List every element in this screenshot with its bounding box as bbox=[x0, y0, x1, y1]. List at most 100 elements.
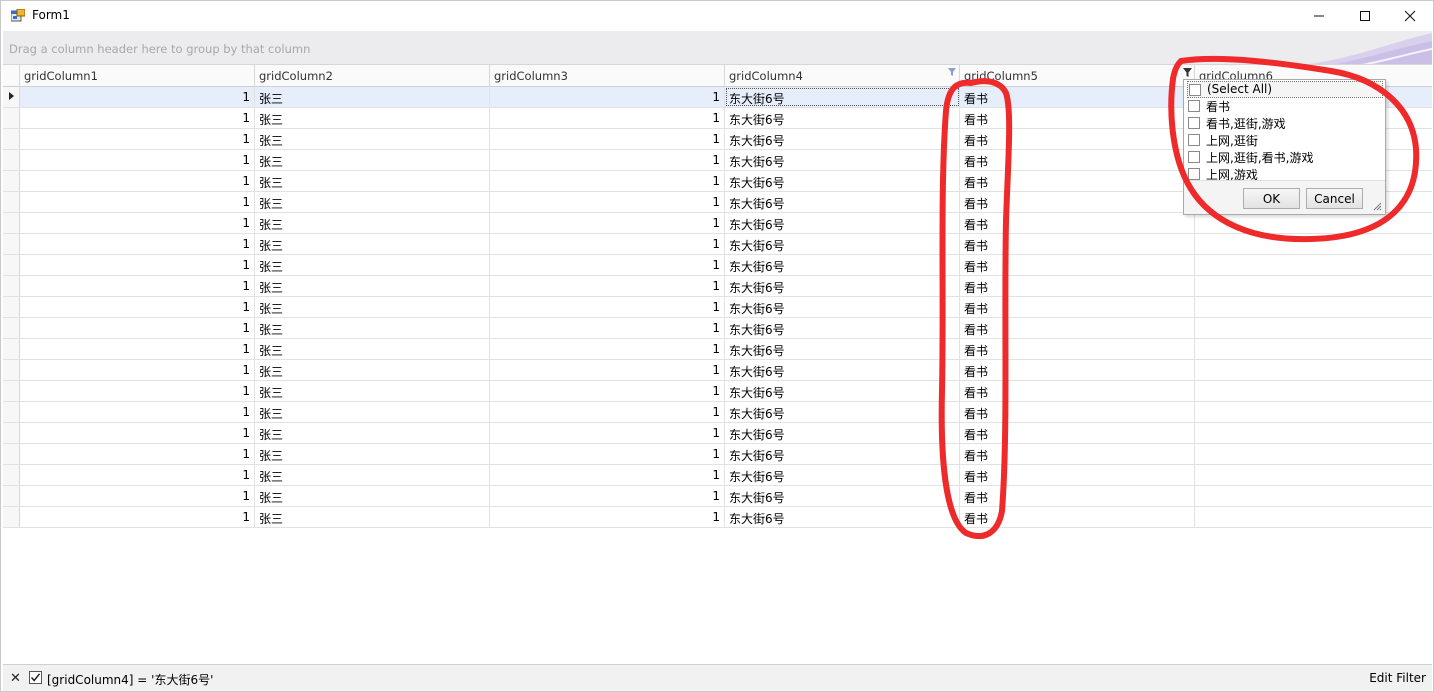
grid-cell-col3[interactable]: 1 bbox=[490, 507, 725, 527]
grid-cell-col2[interactable]: 张三 bbox=[255, 465, 490, 485]
row-indicator[interactable] bbox=[3, 402, 20, 422]
grid-cell-col2[interactable]: 张三 bbox=[255, 255, 490, 275]
row-indicator[interactable] bbox=[3, 486, 20, 506]
grid-cell-col1[interactable]: 1 bbox=[20, 507, 255, 527]
grid-cell-col6[interactable] bbox=[1195, 360, 1432, 380]
row-indicator[interactable] bbox=[3, 129, 20, 149]
grid-cell-col6[interactable] bbox=[1195, 465, 1432, 485]
grid-cell-col3[interactable]: 1 bbox=[490, 192, 725, 212]
grid-cell-col1[interactable]: 1 bbox=[20, 192, 255, 212]
grid-cell-col1[interactable]: 1 bbox=[20, 297, 255, 317]
grid-cell-col2[interactable]: 张三 bbox=[255, 339, 490, 359]
grid-cell-col4[interactable]: 东大街6号 bbox=[725, 339, 960, 359]
grid-cell-col3[interactable]: 1 bbox=[490, 150, 725, 170]
table-row[interactable]: 1 张三 1 东大街6号 看书 bbox=[3, 465, 1432, 486]
row-indicator[interactable] bbox=[3, 444, 20, 464]
grid-cell-col4[interactable]: 东大街6号 bbox=[725, 360, 960, 380]
minimize-button[interactable] bbox=[1296, 1, 1342, 31]
grid-cell-col1[interactable]: 1 bbox=[20, 360, 255, 380]
grid-cell-col6[interactable] bbox=[1195, 486, 1432, 506]
grid-cell-col3[interactable]: 1 bbox=[490, 318, 725, 338]
grid-cell-col1[interactable]: 1 bbox=[20, 234, 255, 254]
grid-cell-col3[interactable]: 1 bbox=[490, 276, 725, 296]
grid-cell-col6[interactable] bbox=[1195, 507, 1432, 527]
row-indicator[interactable] bbox=[3, 423, 20, 443]
grid-cell-col3[interactable]: 1 bbox=[490, 381, 725, 401]
grid-cell-col4[interactable]: 东大街6号 bbox=[725, 171, 960, 191]
grid-cell-col4[interactable]: 东大街6号 bbox=[725, 297, 960, 317]
grid-cell-col3[interactable]: 1 bbox=[490, 171, 725, 191]
grid-cell-col1[interactable]: 1 bbox=[20, 339, 255, 359]
grid-cell-col4[interactable]: 东大街6号 bbox=[725, 87, 960, 107]
table-row[interactable]: 1 张三 1 东大街6号 看书 bbox=[3, 276, 1432, 297]
grid-cell-col1[interactable]: 1 bbox=[20, 108, 255, 128]
grid-cell-col2[interactable]: 张三 bbox=[255, 87, 490, 107]
grid-cell-col6[interactable] bbox=[1195, 255, 1432, 275]
grid-cell-col1[interactable]: 1 bbox=[20, 87, 255, 107]
grid-cell-col3[interactable]: 1 bbox=[490, 465, 725, 485]
grid-cell-col4[interactable]: 东大街6号 bbox=[725, 255, 960, 275]
grid-cell-col1[interactable]: 1 bbox=[20, 423, 255, 443]
column-header-4[interactable]: gridColumn4 bbox=[725, 65, 960, 87]
grid-cell-col4[interactable]: 东大街6号 bbox=[725, 192, 960, 212]
grid-cell-col2[interactable]: 张三 bbox=[255, 129, 490, 149]
row-indicator[interactable] bbox=[3, 192, 20, 212]
maximize-button[interactable] bbox=[1342, 1, 1388, 31]
grid-cell-col3[interactable]: 1 bbox=[490, 108, 725, 128]
row-indicator[interactable] bbox=[3, 276, 20, 296]
row-indicator[interactable] bbox=[3, 255, 20, 275]
grid-cell-col2[interactable]: 张三 bbox=[255, 318, 490, 338]
table-row[interactable]: 1 张三 1 东大街6号 看书 bbox=[3, 507, 1432, 528]
grid-cell-col6[interactable] bbox=[1195, 318, 1432, 338]
grid-cell-col2[interactable]: 张三 bbox=[255, 234, 490, 254]
grid-cell-col2[interactable]: 张三 bbox=[255, 108, 490, 128]
grid-cell-col1[interactable]: 1 bbox=[20, 381, 255, 401]
grid-cell-col4[interactable]: 东大街6号 bbox=[725, 129, 960, 149]
grid-cell-col3[interactable]: 1 bbox=[490, 339, 725, 359]
grid-cell-col4[interactable]: 东大街6号 bbox=[725, 402, 960, 422]
grid-cell-col1[interactable]: 1 bbox=[20, 129, 255, 149]
grid-cell-col2[interactable]: 张三 bbox=[255, 276, 490, 296]
grid-cell-col4[interactable]: 东大街6号 bbox=[725, 213, 960, 233]
grid-cell-col2[interactable]: 张三 bbox=[255, 171, 490, 191]
grid-cell-col1[interactable]: 1 bbox=[20, 171, 255, 191]
grid-cell-col6[interactable] bbox=[1195, 339, 1432, 359]
grid-cell-col2[interactable]: 张三 bbox=[255, 486, 490, 506]
table-row[interactable]: 1 张三 1 东大街6号 看书 bbox=[3, 339, 1432, 360]
grid-cell-col3[interactable]: 1 bbox=[490, 213, 725, 233]
grid-cell-col4[interactable]: 东大街6号 bbox=[725, 150, 960, 170]
title-bar[interactable]: Form1 bbox=[1, 1, 1433, 31]
grid-cell-col2[interactable]: 张三 bbox=[255, 297, 490, 317]
row-indicator[interactable] bbox=[3, 234, 20, 254]
row-indicator[interactable] bbox=[3, 297, 20, 317]
grid-cell-col2[interactable]: 张三 bbox=[255, 423, 490, 443]
grid-cell-col3[interactable]: 1 bbox=[490, 297, 725, 317]
grid-cell-col4[interactable]: 东大街6号 bbox=[725, 234, 960, 254]
grid-cell-col3[interactable]: 1 bbox=[490, 255, 725, 275]
table-row[interactable]: 1 张三 1 东大街6号 看书 bbox=[3, 423, 1432, 444]
grid-cell-col3[interactable]: 1 bbox=[490, 444, 725, 464]
grid-cell-col6[interactable] bbox=[1195, 423, 1432, 443]
grid-cell-col1[interactable]: 1 bbox=[20, 402, 255, 422]
table-row[interactable]: 1 张三 1 东大街6号 看书 bbox=[3, 318, 1432, 339]
row-indicator[interactable] bbox=[3, 213, 20, 233]
row-indicator[interactable] bbox=[3, 339, 20, 359]
grid-cell-col4[interactable]: 东大街6号 bbox=[725, 423, 960, 443]
grid-cell-col2[interactable]: 张三 bbox=[255, 150, 490, 170]
grid-cell-col6[interactable] bbox=[1195, 381, 1432, 401]
row-indicator[interactable] bbox=[3, 108, 20, 128]
row-indicator[interactable] bbox=[3, 171, 20, 191]
filter-expression[interactable]: [gridColumn4] = '东大街6号' bbox=[47, 671, 213, 688]
row-indicator[interactable] bbox=[3, 381, 20, 401]
grid-cell-col2[interactable]: 张三 bbox=[255, 213, 490, 233]
close-button[interactable] bbox=[1387, 1, 1433, 31]
grid-cell-col2[interactable]: 张三 bbox=[255, 507, 490, 527]
table-row[interactable]: 1 张三 1 东大街6号 看书 bbox=[3, 297, 1432, 318]
grid-cell-col1[interactable]: 1 bbox=[20, 486, 255, 506]
grid-cell-col3[interactable]: 1 bbox=[490, 360, 725, 380]
grid-cell-col1[interactable]: 1 bbox=[20, 318, 255, 338]
table-row[interactable]: 1 张三 1 东大街6号 看书 bbox=[3, 444, 1432, 465]
row-indicator[interactable] bbox=[3, 318, 20, 338]
column-header-3[interactable]: gridColumn3 bbox=[490, 65, 725, 87]
table-row[interactable]: 1 张三 1 东大街6号 看书 bbox=[3, 402, 1432, 423]
